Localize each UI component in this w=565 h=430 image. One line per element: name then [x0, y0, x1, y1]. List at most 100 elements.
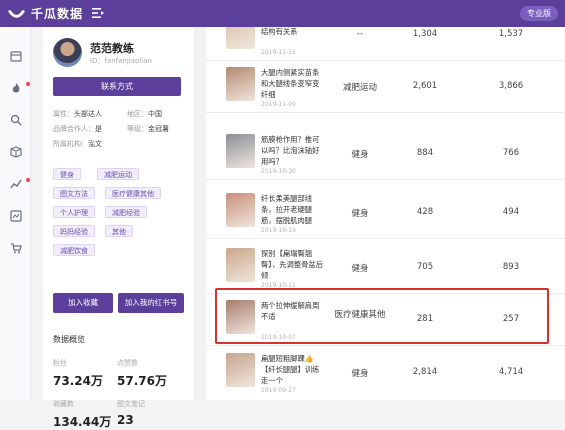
note-date: 2019-10-11: [261, 282, 296, 289]
info-organization: 所属机构：泓文: [53, 140, 102, 148]
note-date: 2019-09-27: [261, 387, 296, 394]
stat-fans-label: 粉丝: [53, 359, 67, 367]
note-category: --: [356, 29, 364, 39]
note-value-1: 2,814: [412, 367, 438, 377]
info-attribute: 属性：头部达人: [53, 110, 102, 118]
note-category: 医疗健康其他: [334, 310, 386, 320]
note-value-2: 494: [502, 207, 520, 217]
profile-panel: 范范教练 ID：fanfanjiaolian 联系方式 属性：头部达人 地区：中…: [43, 27, 237, 429]
tag-chip[interactable]: 妈妈经验: [53, 225, 95, 237]
nav-trend[interactable]: [0, 173, 31, 195]
pro-version-button[interactable]: 专业版: [520, 6, 558, 21]
nav-hot[interactable]: [0, 77, 31, 99]
note-category: 减肥运动: [342, 83, 377, 93]
qiangua-logo-icon[interactable]: [7, 4, 26, 23]
nav-cart[interactable]: [0, 237, 31, 259]
calendar-icon: [9, 51, 22, 62]
note-value-2: 4,714: [498, 367, 524, 377]
tag-chip[interactable]: 医疗健康其他: [105, 187, 161, 199]
add-to-redbook-button[interactable]: 加入我的红书号: [118, 293, 184, 313]
tag-chip[interactable]: 个人护理: [53, 206, 95, 218]
info-brand-partner: 品牌合作人：是: [53, 125, 102, 133]
note-thumbnail[interactable]: [226, 134, 255, 168]
stat-likes-label: 点赞数: [117, 359, 138, 367]
tag-chip[interactable]: 减肥运动: [97, 168, 139, 180]
notification-dot: [26, 82, 30, 86]
table-row[interactable]: 大小脸和整个身体结构有关系 2019-11-15 -- 1,304 1,537: [206, 27, 565, 61]
stat-notes-value: 23: [117, 413, 134, 427]
note-date: 2019-10-19: [261, 227, 296, 234]
contact-button[interactable]: 联系方式: [53, 77, 181, 96]
note-date: 2019-11-09: [261, 101, 296, 108]
profile-id: ID：fanfanjiaolian: [90, 57, 152, 65]
note-thumbnail[interactable]: [226, 67, 255, 101]
avatar: [53, 38, 82, 67]
note-value-1: 884: [416, 148, 434, 158]
left-nav-rail: [0, 27, 31, 400]
trend-icon: [9, 179, 22, 189]
tag-chip[interactable]: 其他: [105, 225, 133, 237]
note-thumbnail[interactable]: [226, 248, 255, 282]
note-date: 2019-11-15: [261, 49, 296, 56]
info-level: 等级：金冠薯: [127, 125, 169, 133]
note-thumbnail[interactable]: [226, 193, 255, 227]
stat-notes-label: 图文笔记: [117, 400, 145, 408]
fire-icon: [12, 83, 19, 93]
note-value-2: 3,866: [498, 81, 524, 91]
note-title[interactable]: 大腿内侧紧实苗条和大腿线条变窄变纤细: [261, 67, 325, 100]
profile-name: 范范教练: [90, 42, 134, 55]
tag-chip[interactable]: 图文方法: [53, 187, 95, 199]
top-bar: 千瓜数据 专业版: [0, 0, 565, 27]
table-row[interactable]: 筋膜枪作用？推可以吗？比泡沫轴好用吗？ 2019-10-30 健身 884 76…: [206, 128, 565, 180]
note-value-1: 428: [416, 207, 434, 217]
info-region: 地区：中国: [127, 110, 162, 118]
table-row[interactable]: 两个拉伸缓解肩周不适 2019-10-07 医疗健康其他 281 257: [206, 294, 565, 346]
analysis-icon: [9, 210, 22, 222]
nav-analysis[interactable]: [0, 205, 31, 227]
stat-collects-label: 收藏数: [53, 400, 74, 408]
table-row[interactable]: 探别【扁塌臀翘臀】，先调整骨盆后倾 2019-10-11 健身 705 893: [206, 242, 565, 294]
table-row[interactable]: 纤长柔美腿部线条，拉开老硬腿筋，摆脱肌肉腿 2019-10-19 健身 428 …: [206, 187, 565, 239]
stat-likes-value: 57.76万: [117, 374, 167, 388]
search-icon: [10, 114, 21, 126]
note-category: 健身: [351, 209, 369, 219]
nav-search[interactable]: [0, 109, 31, 131]
note-title[interactable]: 纤长柔美腿部线条，拉开老硬腿筋，摆脱肌肉腿: [261, 193, 325, 226]
note-value-1: 705: [416, 262, 434, 272]
note-thumbnail[interactable]: [226, 353, 255, 387]
note-category: 健身: [351, 150, 369, 160]
tag-chip[interactable]: 减肥经验: [105, 206, 147, 218]
note-title[interactable]: 大小脸和整个身体结构有关系: [261, 27, 325, 37]
nav-box[interactable]: [0, 141, 31, 163]
note-thumbnail[interactable]: [226, 300, 255, 334]
note-value-2: 257: [502, 314, 520, 324]
note-category: 健身: [351, 369, 369, 379]
note-thumbnail[interactable]: [226, 27, 255, 49]
box-icon: [9, 146, 22, 158]
note-value-1: 2,601: [412, 81, 438, 91]
table-row[interactable]: 扁腿短粗脚踝👍【纤长腿腿】训练走一个 2019-09-27 健身 2,814 4…: [206, 347, 565, 399]
tag-chip[interactable]: 减肥饮食: [53, 244, 95, 256]
note-title[interactable]: 筋膜枪作用？推可以吗？比泡沫轴好用吗？: [261, 134, 325, 167]
tag-chip[interactable]: 健身: [53, 168, 81, 180]
note-value-1: 1,304: [412, 29, 438, 39]
brand-name: 千瓜数据: [31, 7, 84, 21]
note-value-2: 1,537: [498, 29, 524, 39]
note-title[interactable]: 扁腿短粗脚踝👍【纤长腿腿】训练走一个: [261, 353, 325, 386]
nav-calendar[interactable]: [0, 45, 31, 67]
stat-fans-value: 73.24万: [53, 374, 103, 388]
menu-toggle-icon[interactable]: [92, 7, 104, 19]
notes-table: 大小脸和整个身体结构有关系 2019-11-15 -- 1,304 1,537 …: [206, 27, 565, 400]
add-favorite-button[interactable]: 加入收藏: [53, 293, 113, 313]
stat-collects-value: 134.44万: [53, 415, 112, 429]
note-date: 2019-10-07: [261, 334, 296, 341]
note-value-1: 281: [416, 314, 434, 324]
table-row[interactable]: 大腿内侧紧实苗条和大腿线条变窄变纤细 2019-11-09 减肥运动 2,601…: [206, 61, 565, 113]
data-overview-title: 数据概览: [53, 335, 85, 344]
notification-dot: [26, 178, 30, 182]
note-title[interactable]: 两个拉伸缓解肩周不适: [261, 300, 325, 322]
cart-icon: [10, 243, 22, 254]
note-value-2: 893: [502, 262, 520, 272]
note-title[interactable]: 探别【扁塌臀翘臀】，先调整骨盆后倾: [261, 248, 325, 281]
note-value-2: 766: [502, 148, 520, 158]
